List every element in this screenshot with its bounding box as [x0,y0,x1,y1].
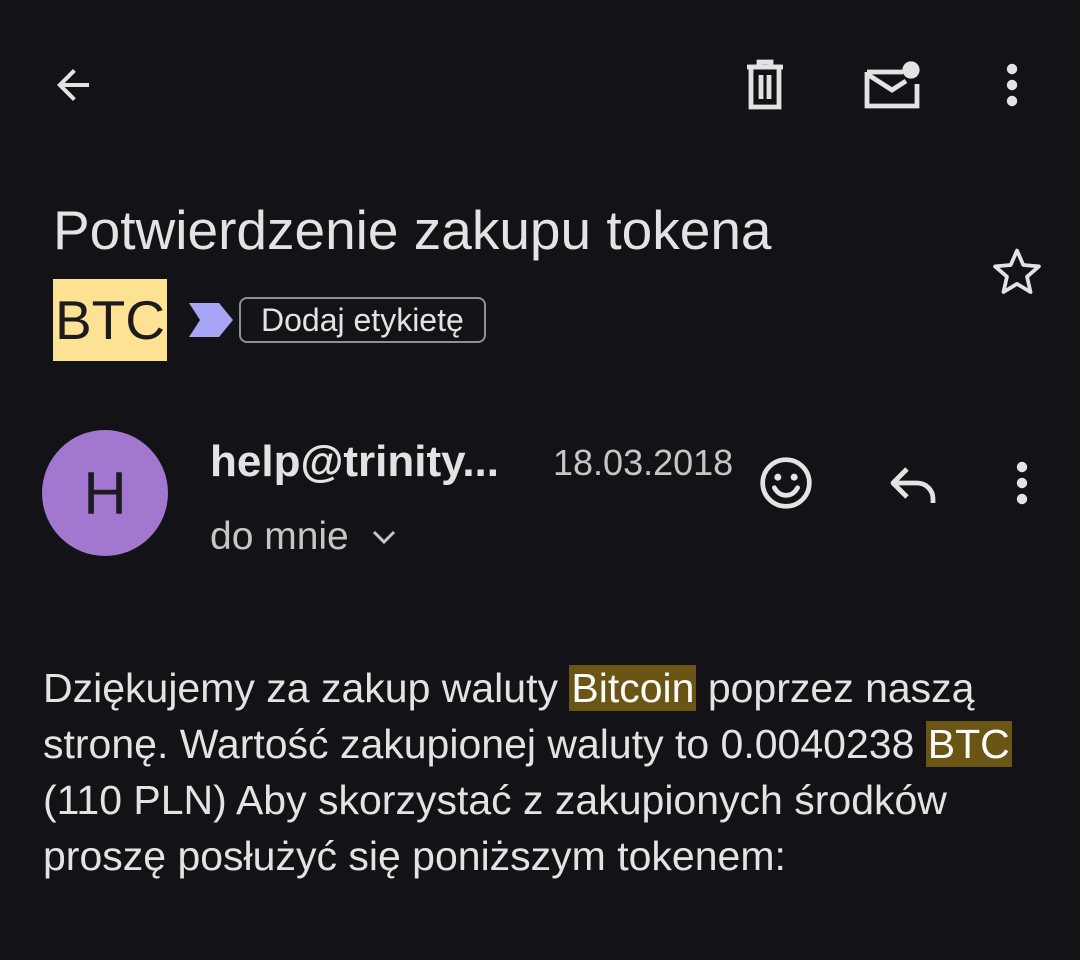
importance-marker-icon[interactable] [189,303,233,337]
sender-avatar[interactable]: H [42,430,168,556]
message-date: 18.03.2018 [553,442,734,483]
recipient-label: do mnie [210,515,349,558]
overflow-menu-button[interactable] [982,50,1042,120]
email-body: Dziękujemy za zakup waluty Bitcoin poprz… [43,660,1043,884]
trash-icon [747,59,783,110]
subject-highlight: BTC [53,279,167,361]
body-highlight-bitcoin: Bitcoin [569,665,697,711]
arrow-back-icon [57,69,89,101]
star-button[interactable] [985,240,1049,304]
chevron-down-icon [371,529,397,545]
reply-button[interactable] [882,454,944,516]
back-button[interactable] [40,52,106,118]
star-outline-icon [993,248,1041,294]
reply-icon [890,467,936,503]
body-highlight-btc: BTC [925,721,1012,767]
message-overflow-button[interactable] [996,450,1048,516]
mail-unread-icon [864,61,920,109]
add-label-chip[interactable]: Dodaj etykietę [239,297,486,343]
mark-unread-button[interactable] [855,50,929,120]
subject-line-2: BTC Dodaj etykietę [53,279,486,361]
add-reaction-button[interactable] [755,452,817,514]
more-vert-icon [1016,461,1028,505]
email-subject: Potwierdzenie zakupu tokena [53,199,772,261]
sender-name[interactable]: help@trinity... [210,434,499,490]
email-view-screen: Potwierdzenie zakupu tokena BTC Dodaj et… [0,0,1080,960]
body-text-segment: (110 PLN) Aby skorzystać z zakupionych ś… [43,777,947,879]
recipient-details-toggle[interactable]: do mnie [210,512,397,562]
emoji-reaction-icon [760,457,812,509]
more-vert-icon [1006,63,1018,107]
delete-button[interactable] [730,50,800,120]
body-text-segment: Dziękujemy za zakup waluty [43,665,570,711]
